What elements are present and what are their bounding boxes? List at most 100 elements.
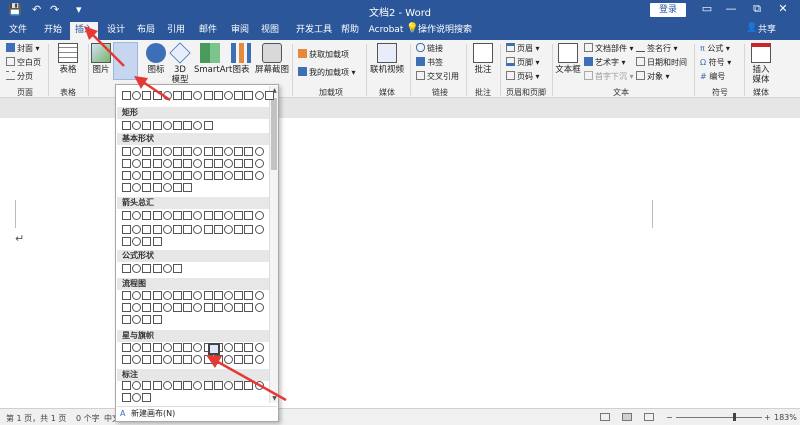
shape-swatch[interactable] bbox=[224, 303, 233, 312]
shape-swatch[interactable] bbox=[254, 147, 264, 156]
shape-swatch[interactable] bbox=[234, 147, 244, 156]
shape-swatch[interactable] bbox=[183, 381, 193, 390]
shape-swatch[interactable] bbox=[193, 303, 203, 312]
shape-swatch[interactable] bbox=[152, 211, 162, 220]
shape-swatch[interactable] bbox=[132, 355, 142, 364]
quick-parts-button[interactable]: 文档部件 ▾ bbox=[584, 43, 634, 54]
selected-star-shape[interactable] bbox=[208, 343, 220, 355]
shape-swatch[interactable] bbox=[224, 159, 233, 168]
shape-swatch[interactable] bbox=[162, 264, 172, 273]
shape-swatch[interactable] bbox=[244, 381, 254, 390]
shape-swatch[interactable] bbox=[173, 381, 182, 390]
shape-swatch[interactable] bbox=[173, 159, 182, 168]
shapes-gallery[interactable]: ▲ ▼ 矩形 基本形状 箭头总汇 公式形状 流程图 星与旗帜 标注 新建画布(N… bbox=[115, 84, 279, 422]
shape-swatch[interactable] bbox=[234, 171, 244, 180]
shape-swatch[interactable] bbox=[213, 381, 223, 390]
shape-swatch[interactable] bbox=[234, 303, 244, 312]
shape-swatch[interactable] bbox=[224, 343, 233, 352]
shape-swatch[interactable] bbox=[183, 355, 193, 364]
read-mode-icon[interactable] bbox=[600, 413, 610, 421]
shape-swatch[interactable] bbox=[152, 303, 162, 312]
shape-swatch[interactable] bbox=[254, 225, 264, 234]
shape-swatch[interactable] bbox=[162, 183, 172, 192]
shape-swatch[interactable] bbox=[203, 159, 213, 168]
shape-swatch[interactable] bbox=[142, 237, 152, 246]
shape-swatch[interactable] bbox=[224, 291, 233, 300]
shape-swatch[interactable] bbox=[173, 343, 182, 352]
shape-swatch[interactable] bbox=[173, 91, 182, 100]
page-number-button[interactable]: 页码 ▾ bbox=[506, 71, 540, 82]
blank-page-button[interactable]: 空白页 bbox=[6, 57, 41, 68]
scroll-down-icon[interactable]: ▼ bbox=[270, 394, 279, 403]
shape-swatch[interactable] bbox=[122, 121, 131, 130]
tab-design[interactable]: 设计 bbox=[104, 23, 128, 40]
shape-swatch[interactable] bbox=[142, 303, 152, 312]
comment-button[interactable]: 批注 bbox=[470, 43, 496, 75]
shape-swatch[interactable] bbox=[152, 381, 162, 390]
tab-layout[interactable]: 布局 bbox=[134, 23, 158, 40]
shape-swatch[interactable] bbox=[162, 171, 172, 180]
shape-swatch[interactable] bbox=[244, 291, 254, 300]
shape-swatch[interactable] bbox=[142, 343, 152, 352]
shape-swatch[interactable] bbox=[142, 225, 152, 234]
shape-swatch[interactable] bbox=[213, 159, 223, 168]
online-video-button[interactable]: 联机视频 bbox=[370, 43, 404, 75]
shape-swatch[interactable] bbox=[183, 211, 193, 220]
tab-mailings[interactable]: 邮件 bbox=[196, 23, 220, 40]
shape-swatch[interactable] bbox=[224, 147, 233, 156]
shape-swatch[interactable] bbox=[224, 381, 233, 390]
shape-swatch[interactable] bbox=[132, 393, 142, 402]
footer-button[interactable]: 页脚 ▾ bbox=[506, 57, 540, 68]
shape-swatch[interactable] bbox=[173, 225, 182, 234]
shape-swatch[interactable] bbox=[142, 91, 152, 100]
shape-swatch[interactable] bbox=[203, 171, 213, 180]
shape-swatch[interactable] bbox=[152, 315, 162, 324]
shape-swatch[interactable] bbox=[234, 343, 244, 352]
tell-me-search[interactable]: 操作说明搜索 bbox=[418, 23, 472, 38]
object-button[interactable]: 对象 ▾ bbox=[636, 71, 670, 82]
shape-swatch[interactable] bbox=[142, 211, 152, 220]
smartart-button[interactable]: SmartArt bbox=[194, 43, 232, 75]
shape-swatch[interactable] bbox=[152, 121, 162, 130]
shape-swatch[interactable] bbox=[183, 159, 193, 168]
shape-swatch[interactable] bbox=[244, 211, 254, 220]
shape-swatch[interactable] bbox=[244, 343, 254, 352]
shape-swatch[interactable] bbox=[152, 225, 162, 234]
my-addins-button[interactable]: 我的加载项 ▾ bbox=[298, 67, 356, 78]
shape-swatch[interactable] bbox=[132, 291, 142, 300]
shape-swatch[interactable] bbox=[122, 355, 131, 364]
shape-swatch[interactable] bbox=[152, 91, 162, 100]
date-time-button[interactable]: 日期和时间 bbox=[636, 57, 687, 68]
shape-swatch[interactable] bbox=[183, 291, 193, 300]
shape-swatch[interactable] bbox=[122, 171, 131, 180]
shape-swatch[interactable] bbox=[132, 91, 142, 100]
shape-swatch[interactable] bbox=[183, 183, 193, 192]
table-button[interactable]: 表格 bbox=[54, 43, 82, 75]
shape-swatch[interactable] bbox=[142, 171, 152, 180]
shape-swatch[interactable] bbox=[244, 159, 254, 168]
shape-swatch[interactable] bbox=[203, 121, 213, 130]
shape-swatch[interactable] bbox=[183, 121, 193, 130]
tab-insert[interactable]: 插入 bbox=[70, 22, 98, 40]
shape-swatch[interactable] bbox=[213, 303, 223, 312]
shape-swatch[interactable] bbox=[224, 91, 233, 100]
shape-swatch[interactable] bbox=[162, 121, 172, 130]
shape-swatch[interactable] bbox=[132, 343, 142, 352]
shape-swatch[interactable] bbox=[224, 225, 233, 234]
shape-swatch[interactable] bbox=[203, 291, 213, 300]
shape-swatch[interactable] bbox=[142, 393, 152, 402]
drop-cap-button[interactable]: 首字下沉 ▾ bbox=[584, 71, 634, 82]
shape-swatch[interactable] bbox=[213, 91, 223, 100]
shape-swatch[interactable] bbox=[254, 171, 264, 180]
shape-swatch[interactable] bbox=[122, 381, 131, 390]
text-box-button[interactable]: 文本框 bbox=[554, 43, 582, 75]
equation-button[interactable]: π 公式 ▾ bbox=[700, 43, 730, 54]
shape-swatch[interactable] bbox=[203, 355, 213, 364]
shape-swatch[interactable] bbox=[132, 315, 142, 324]
shape-swatch[interactable] bbox=[254, 343, 264, 352]
word-count[interactable]: 0 个字 bbox=[76, 413, 100, 424]
shape-swatch[interactable] bbox=[234, 381, 244, 390]
shape-swatch[interactable] bbox=[132, 225, 142, 234]
shape-swatch[interactable] bbox=[203, 91, 213, 100]
shape-swatch[interactable] bbox=[152, 291, 162, 300]
